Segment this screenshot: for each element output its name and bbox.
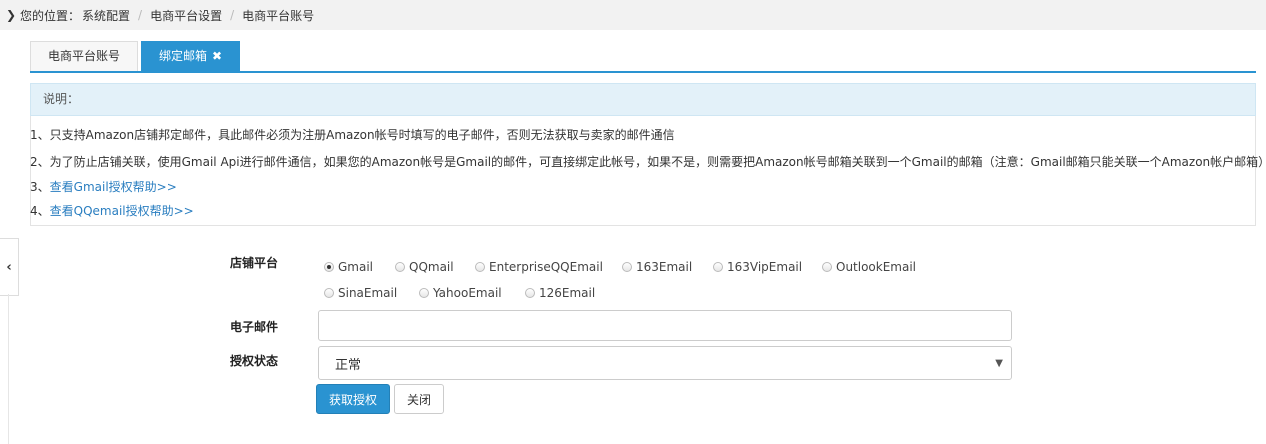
radio-label: Gmail [338,260,374,274]
breadcrumb: ❯ 您的位置： 系统配置 / 电商平台设置 / 电商平台账号 [0,0,1266,30]
notes-title: 说明： [43,92,80,106]
radio-dot [324,262,334,272]
radio-163email[interactable]: 163Email [622,260,692,274]
note-line-prefix: 4、 [30,204,50,218]
radio-label: 126Email [539,286,596,300]
radio-outlookemail[interactable]: OutlookEmail [822,260,916,274]
radio-dot [822,262,832,272]
note-line-prefix: 3、 [30,180,50,194]
radio-dot [324,288,334,298]
note-line: 3、查看Gmail授权帮助>> [30,178,177,195]
breadcrumb-separator: / [230,8,235,22]
auth-status-value: 正常 [335,357,362,373]
radio-yahooemail[interactable]: YahooEmail [419,286,502,300]
radio-label: OutlookEmail [836,260,917,274]
qqemail-help-link[interactable]: 查看QQemail授权帮助>> [50,204,194,218]
radio-163vipemail[interactable]: 163VipEmail [713,260,802,274]
radio-dot [713,262,723,272]
platform-label: 店铺平台 [230,256,279,270]
auth-status-label: 授权状态 [230,354,279,368]
tab-bind-email[interactable]: 绑定邮箱 ✖ [141,41,241,71]
caret-down-icon: ▼ [995,357,1003,369]
radio-dot [419,288,429,298]
email-field[interactable] [318,310,1012,341]
tab-bar: 电商平台账号 绑定邮箱 ✖ [30,41,1256,73]
radio-label: YahooEmail [433,286,502,300]
breadcrumb-prefix: 您的位置： [20,8,81,23]
radio-dot [475,262,485,272]
tab-label: 绑定邮箱 [159,49,208,63]
note-line: 4、查看QQemail授权帮助>> [30,202,194,219]
note-line: 1、只支持Amazon店铺邦定邮件，具此邮件必须为注册Amazon帐号时填写的电… [30,128,675,142]
radio-126email[interactable]: 126Email [525,286,595,300]
radio-gmail[interactable]: Gmail [324,260,373,274]
breadcrumb-item-system-config[interactable]: 系统配置 [82,7,130,24]
sidebar-toggle-button[interactable]: ‹ [0,238,19,296]
email-label: 电子邮件 [230,320,279,334]
radio-enterpriseqqemail[interactable]: EnterpriseQQEmail [475,260,603,274]
radio-dot [525,288,535,298]
breadcrumb-item-platform-account[interactable]: 电商平台账号 [242,7,314,24]
auth-status-select[interactable]: 正常 ▼ [318,346,1012,380]
tab-platform-account[interactable]: 电商平台账号 [30,41,139,71]
radio-qqmail[interactable]: QQmail [395,260,454,274]
breadcrumb-separator: / [138,8,143,22]
get-authorization-button[interactable]: 获取授权 [316,384,390,414]
radio-dot [622,262,632,272]
radio-label: 163VipEmail [727,260,803,274]
notes-header: 说明： [30,83,1256,116]
radio-label: EnterpriseQQEmail [489,260,603,274]
close-button[interactable]: 关闭 [394,384,444,414]
radio-label: 163Email [636,260,693,274]
chevron-right-icon: ❯ [5,8,17,22]
sidebar-divider [8,294,9,444]
close-icon[interactable]: ✖ [212,49,222,63]
tab-label: 电商平台账号 [48,49,121,63]
radio-dot [395,262,405,272]
chevron-left-icon: ‹ [6,259,12,275]
radio-label: SinaEmail [338,286,398,300]
radio-label: QQmail [409,260,454,274]
radio-sinaemail[interactable]: SinaEmail [324,286,397,300]
breadcrumb-item-platform-settings[interactable]: 电商平台设置 [150,7,222,24]
note-line: 2、为了防止店铺关联，使用Gmail Api进行邮件通信，如果您的Amazon帐… [30,155,1266,169]
gmail-help-link[interactable]: 查看Gmail授权帮助>> [50,180,177,194]
